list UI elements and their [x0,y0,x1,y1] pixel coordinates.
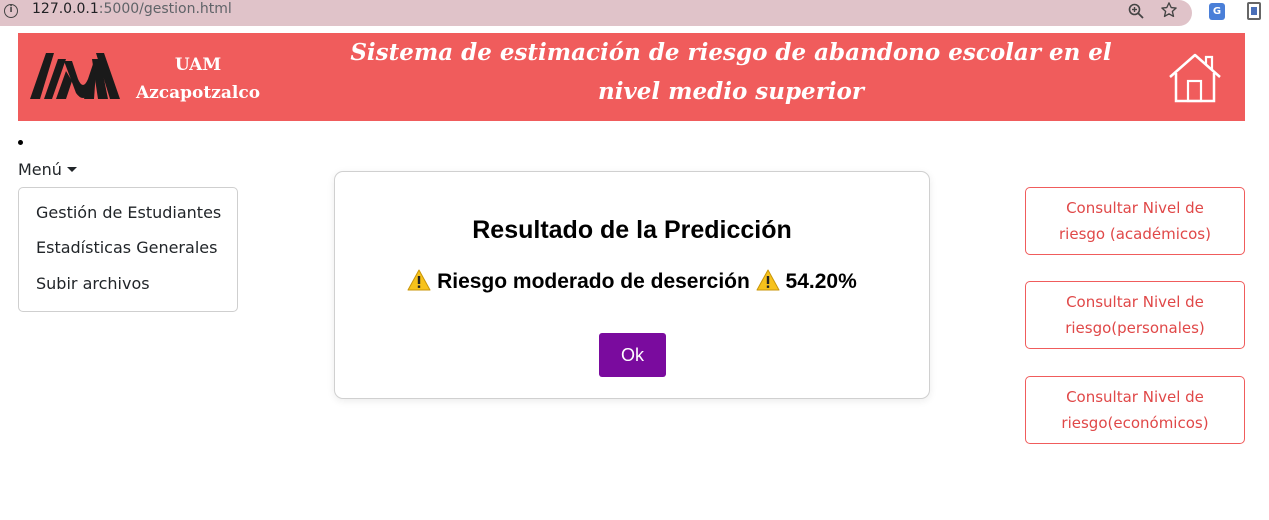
warning-icon [756,269,780,291]
menu-item-subir-archivos[interactable]: Subir archivos [36,274,150,293]
caret-down-icon [66,167,77,172]
menu-dropdown: Gestión de Estudiantes Estadísticas Gene… [18,187,238,312]
consultar-riesgo-personales-button[interactable]: Consultar Nivel de riesgo(personales) [1025,281,1245,349]
modal-message: Riesgo moderado de deserción 54.20% [335,269,929,294]
modal-title: Resultado de la Predicción [472,216,792,244]
risk-percentage: 54.20% [785,270,857,293]
star-icon[interactable] [1160,1,1178,24]
menu-item-estadisticas-generales[interactable]: Estadísticas Generales [36,238,217,257]
url-path: :5000/gestion.html [98,1,232,17]
zoom-icon[interactable] [1128,3,1144,23]
consultar-riesgo-economicos-button[interactable]: Consultar Nivel de riesgo(económicos) [1025,376,1245,444]
page-title: Sistema de estimación de riesgo de aband… [350,39,1112,105]
menu-toggle[interactable]: Menú [18,160,77,179]
home-icon[interactable] [1168,53,1222,103]
warning-icon [407,269,431,291]
list-bullet [18,140,23,145]
org-line1: UAM [174,55,222,75]
extension-icon[interactable] [1247,2,1261,20]
org-name: UAM Azcapotzalco [128,51,268,107]
translate-icon[interactable]: G [1209,3,1225,20]
ok-button[interactable]: Ok [599,333,666,377]
consultar-riesgo-academicos-button[interactable]: Consultar Nivel de riesgo (académicos) [1025,187,1245,255]
prediction-result-modal: Resultado de la Predicción Riesgo modera… [334,171,930,399]
address-bar[interactable]: i 127.0.0.1:5000/gestion.html [0,0,1192,26]
menu-item-gestion-estudiantes[interactable]: Gestión de Estudiantes [36,203,221,222]
org-line2: Azcapotzalco [135,83,261,103]
info-icon[interactable]: i [4,4,18,18]
uam-logo [30,53,120,101]
url-host: 127.0.0.1 [32,1,99,17]
browser-toolbar: i 127.0.0.1:5000/gestion.html G [0,0,1269,26]
header-banner: UAM Azcapotzalco Sistema de estimación d… [18,33,1245,121]
url-text[interactable]: 127.0.0.1:5000/gestion.html [32,1,232,17]
menu-toggle-label: Menú [18,160,62,179]
risk-message: Riesgo moderado de deserción [437,270,750,293]
